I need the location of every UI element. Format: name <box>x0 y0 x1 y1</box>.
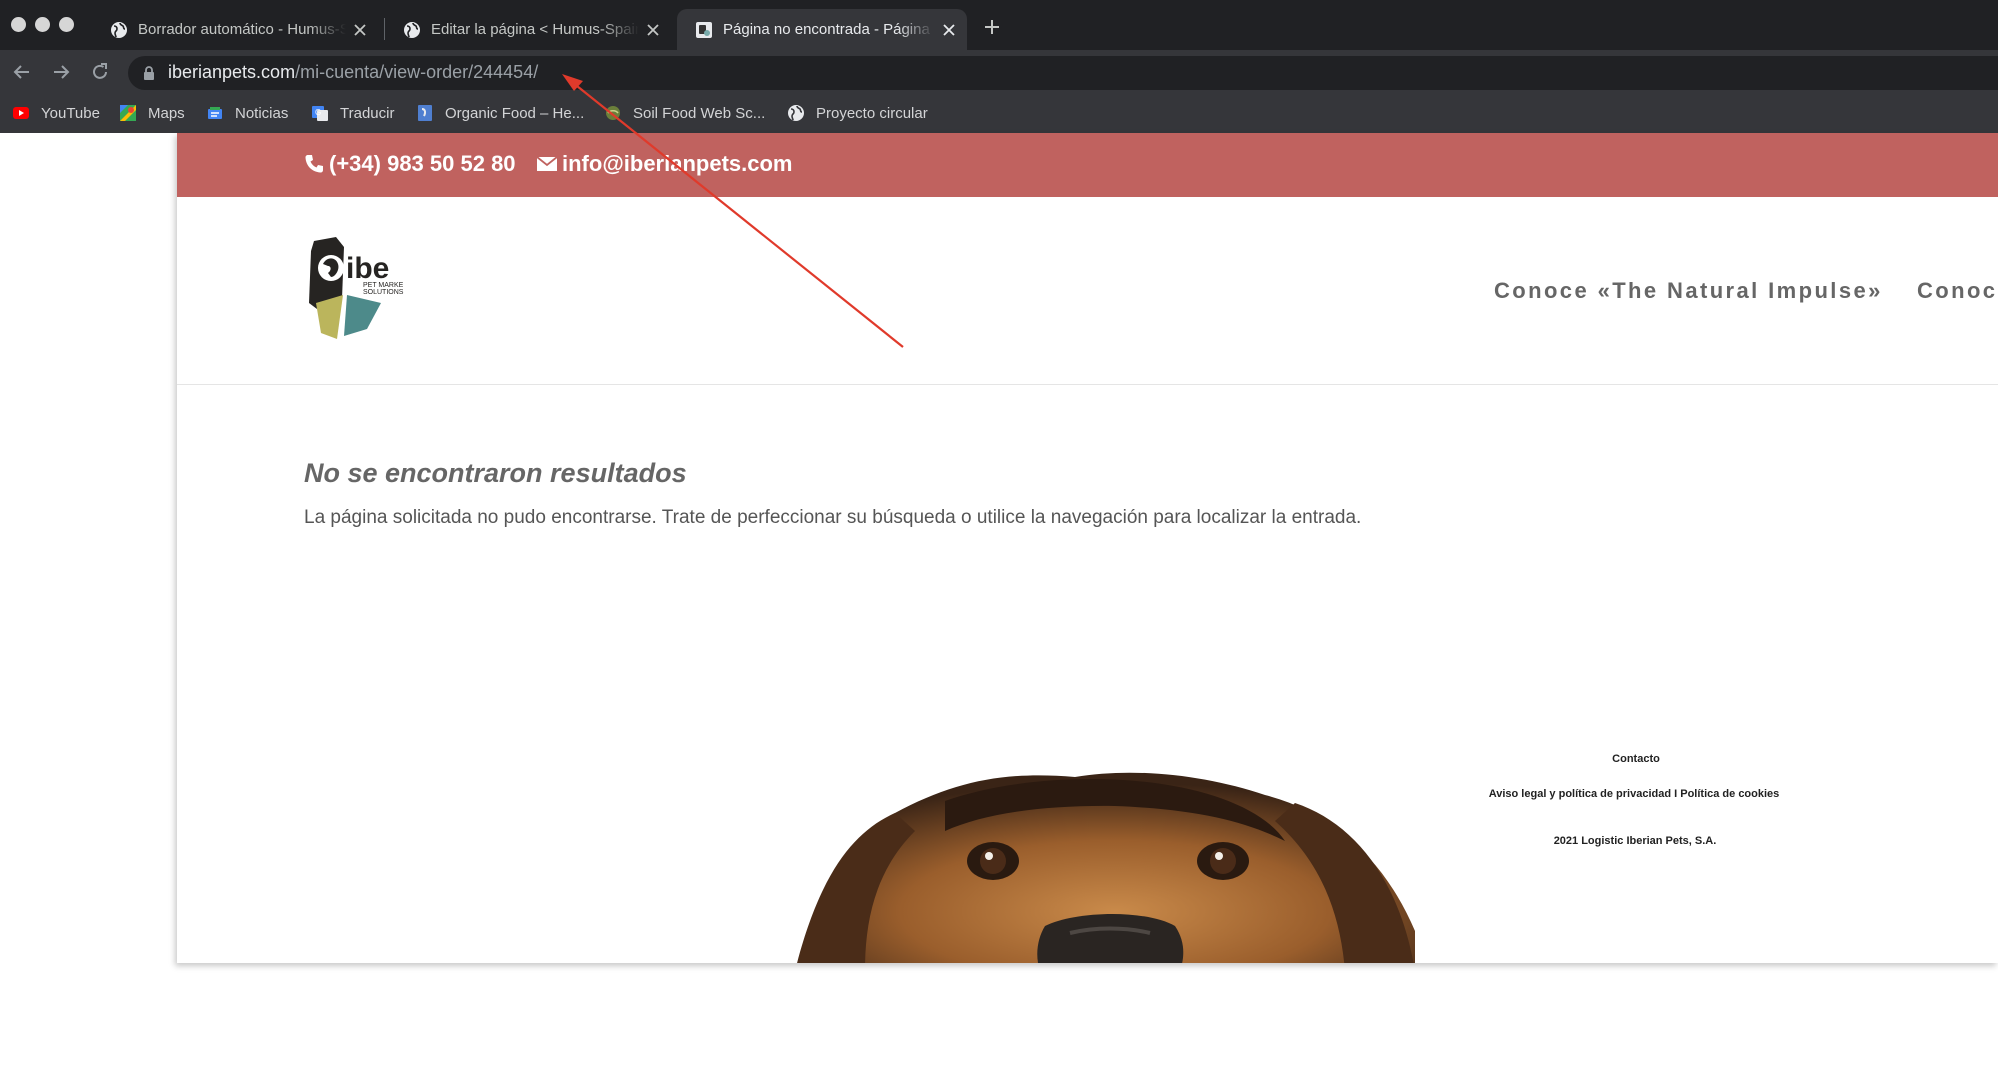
tab-title: Editar la página < Humus-Spain <box>431 21 639 38</box>
bookmark-label: Soil Food Web Sc... <box>633 104 766 122</box>
bookmark-organic-food[interactable]: Organic Food – He... <box>416 101 584 125</box>
nav-item-the-natural-impulse[interactable]: Conoce «The Natural Impulse» <box>1494 278 1883 304</box>
tab-title: Borrador automático - Humus-Spain <box>138 21 346 38</box>
minimize-window-button[interactable] <box>35 17 50 32</box>
forward-arrow-icon[interactable] <box>50 61 72 83</box>
maximize-window-button[interactable] <box>59 17 74 32</box>
url-domain: iberianpets.com <box>168 62 296 82</box>
lock-icon[interactable] <box>143 65 155 81</box>
site-favicon-icon <box>696 21 712 38</box>
logo-subtitle: SOLUTIONS <box>363 289 404 296</box>
phone-icon <box>305 155 323 173</box>
tab-borrador-automatico[interactable]: Borrador automático - Humus-Spain <box>92 9 378 50</box>
not-found-message: La página solicitada no pudo encontrarse… <box>304 507 1362 528</box>
bookmark-label: Organic Food – He... <box>445 104 585 122</box>
phone-number: (+34) 983 50 52 80 <box>329 151 516 176</box>
close-window-button[interactable] <box>11 17 26 32</box>
translate-icon: G <box>312 106 328 121</box>
maps-icon <box>120 105 136 121</box>
logo-subtitle: PET MARKE <box>363 282 404 289</box>
news-icon <box>208 107 222 119</box>
bookmark-traducir[interactable]: G Traducir <box>311 101 394 125</box>
bookmark-label: Traducir <box>340 104 395 122</box>
soil-icon <box>606 106 620 120</box>
bookmark-noticias[interactable]: Noticias <box>206 101 288 125</box>
bookmark-maps[interactable]: Maps <box>119 101 185 125</box>
dog-image <box>797 772 1415 963</box>
contact-topbar: (+34) 983 50 52 80 info@iberianpets.com <box>177 133 1998 197</box>
bookmark-label: YouTube <box>41 104 100 122</box>
envelope-icon <box>536 156 558 171</box>
footer-legal-links[interactable]: Aviso legal y política de privacidad I P… <box>1489 788 1780 800</box>
tab-close-icon[interactable] <box>645 22 661 38</box>
svg-text:G: G <box>315 108 321 117</box>
company-logo[interactable]: ibe PET MARKE SOLUTIONS <box>304 237 414 342</box>
bookmark-proyecto-circular[interactable]: Proyecto circular <box>787 101 928 125</box>
bookmark-soil-food-web[interactable]: Soil Food Web Sc... <box>604 101 765 125</box>
tab-close-icon[interactable] <box>941 22 957 38</box>
bookmark-label: Noticias <box>235 104 289 122</box>
new-tab-plus-icon[interactable] <box>982 17 1002 37</box>
globe-icon <box>788 105 804 121</box>
bookmark-youtube[interactable]: YouTube <box>12 101 100 125</box>
email-link[interactable]: info@iberianpets.com <box>536 151 792 177</box>
back-arrow-icon[interactable] <box>11 61 33 83</box>
bookmarks-bar <box>0 95 1998 133</box>
tab-editar-pagina[interactable]: Editar la página < Humus-Spain <box>385 9 671 50</box>
site-header: ibe PET MARKE SOLUTIONS Conoce «The Natu… <box>177 197 1998 385</box>
bookmark-label: Maps <box>148 104 185 122</box>
reload-icon[interactable] <box>89 61 111 83</box>
tab-close-icon[interactable] <box>352 22 368 38</box>
nav-item-conoce[interactable]: Conoc <box>1917 278 1997 304</box>
url-path: /mi-cuenta/view-order/244454/ <box>295 62 539 82</box>
footer-copyright: 2021 Logistic Iberian Pets, S.A. <box>1553 835 1717 847</box>
logo-text: ibe <box>346 252 389 285</box>
footer-contact-link[interactable]: Contacto <box>1612 753 1660 765</box>
globe-icon <box>111 21 127 38</box>
address-url[interactable]: iberianpets.com/mi-cuenta/view-order/244… <box>168 61 538 83</box>
email-address: info@iberianpets.com <box>562 151 793 176</box>
phone-link[interactable]: (+34) 983 50 52 80 <box>303 151 516 177</box>
bookmark-label: Proyecto circular <box>816 104 928 122</box>
youtube-icon <box>13 107 29 119</box>
bookmark-page-icon <box>418 105 432 121</box>
tab-pagina-no-encontrada[interactable]: Página no encontrada - Página <box>677 9 967 50</box>
web-page: (+34) 983 50 52 80 info@iberianpets.com … <box>177 133 1998 963</box>
tab-title: Página no encontrada - Página <box>723 21 930 38</box>
page-title: No se encontraron resultados <box>304 458 687 488</box>
globe-icon <box>404 21 420 38</box>
